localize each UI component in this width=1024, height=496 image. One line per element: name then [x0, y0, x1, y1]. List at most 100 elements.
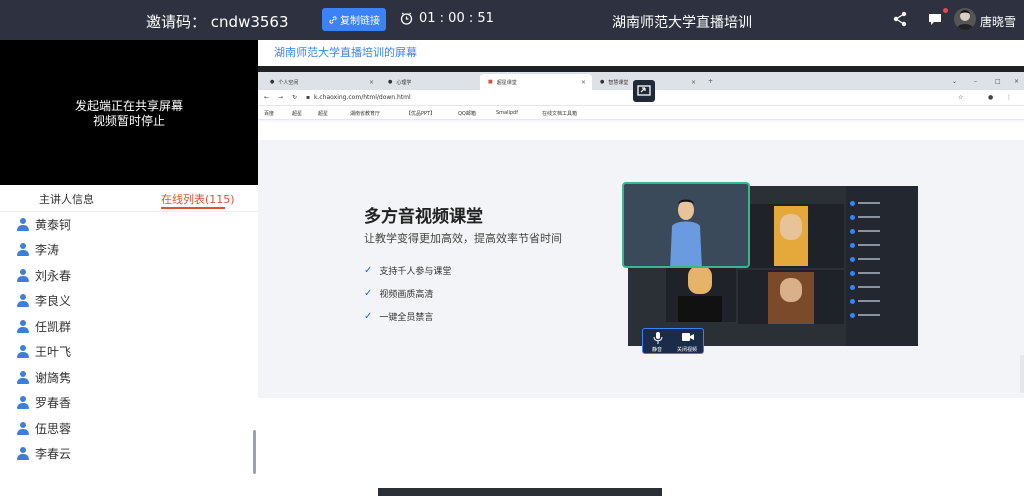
online-count: (115) — [205, 193, 235, 206]
screen-share-icon — [633, 80, 655, 102]
member-name: 伍思蓉 — [35, 421, 72, 436]
notification-dot — [943, 8, 948, 13]
check-icon: ✓ — [364, 288, 373, 299]
chat-icon[interactable] — [927, 11, 943, 27]
list-item[interactable]: 谢旖隽 — [17, 368, 71, 386]
list-item[interactable]: 李涛 — [17, 240, 59, 258]
list-item[interactable]: 伍思蓉 — [17, 419, 71, 437]
globe-icon: ● — [600, 79, 605, 85]
top-bar: 邀请码： cndw3563 复制链接 01 : 00 : 51 湖南师范大学直播… — [0, 0, 1024, 40]
list-item[interactable]: 刘永春 — [17, 266, 71, 284]
close-icon: × — [690, 78, 696, 86]
avatar[interactable] — [954, 8, 976, 30]
clock-icon — [400, 12, 413, 25]
presenter-video: 发起端正在共享屏幕 视频暂时停止 — [0, 40, 258, 185]
minimize-icon: – — [974, 78, 977, 85]
tab-online-list[interactable]: 在线列表(115) — [161, 191, 235, 207]
shared-screen-area: 湖南师范大学直播培训的屏幕 ●个人空间× ●心理学× ■超星课堂× ●智慧课堂×… — [258, 40, 1024, 496]
tab-favicon-icon: ■ — [488, 79, 493, 85]
presenter-figure — [666, 196, 706, 266]
list-item[interactable]: 任凯群 — [17, 317, 71, 335]
member-name: 王叶飞 — [35, 344, 72, 359]
check-icon: ✓ — [364, 265, 373, 276]
user-icon — [17, 242, 29, 256]
lock-icon: ▪ — [306, 94, 311, 101]
user-name: 唐晓雪 — [980, 15, 1017, 29]
hero-title: 多方音视频课堂 — [364, 207, 483, 227]
video-tile — [738, 204, 844, 268]
bookmark: 在线文档工具箱 — [542, 111, 578, 117]
copy-link-button[interactable]: 复制链接 — [322, 8, 386, 31]
side-handle[interactable] — [1020, 355, 1024, 393]
forward-icon: → — [278, 94, 284, 101]
feature-label: 支持千人参与课堂 — [379, 267, 452, 277]
user-icon — [17, 319, 29, 333]
tab-host-info[interactable]: 主讲人信息 — [39, 191, 94, 207]
feature-item: ✓ 支持千人参与课堂 — [364, 264, 451, 277]
secondary-screenshot — [378, 488, 662, 496]
presenter-pip-video — [622, 182, 750, 268]
user-icon — [17, 421, 29, 435]
globe-icon: ● — [270, 79, 275, 85]
conference-controls: 静音 关闭视频 — [642, 328, 704, 354]
timer-value: 01 : 00 : 51 — [419, 11, 494, 26]
profile-icon: ● — [988, 94, 994, 101]
browser-tab-label: 智慧课堂 — [608, 79, 629, 86]
bookmark: QQ邮箱 — [458, 111, 476, 117]
member-name: 罗春香 — [35, 395, 72, 410]
maximize-icon: □ — [995, 78, 1001, 85]
close-window-icon: × — [1014, 78, 1020, 85]
invite-code: 邀请码： cndw3563 — [146, 11, 289, 32]
browser-tab: ■ 超星课堂 × — [480, 74, 592, 90]
conference-participant-panel — [846, 186, 918, 346]
member-name: 李良义 — [35, 293, 72, 308]
stop-video-label: 关闭视频 — [677, 347, 698, 353]
browser-url: k.chaoxing.com/html/down.html — [314, 94, 411, 101]
back-icon: ← — [264, 94, 270, 101]
feature-item: ✓ 一键全员禁言 — [364, 310, 433, 323]
feature-item: ✓ 视频画质高清 — [364, 287, 433, 300]
invite-label: 邀请码： — [146, 13, 207, 31]
camera-icon — [682, 333, 694, 341]
side-tabs: 主讲人信息 在线列表(115) — [0, 185, 258, 212]
list-item[interactable]: 李良义 — [17, 291, 71, 309]
list-item[interactable]: 李春云 — [17, 444, 71, 462]
new-tab-icon: + — [708, 78, 714, 85]
member-name: 刘永春 — [35, 268, 72, 283]
member-name: 李涛 — [35, 242, 60, 257]
microphone-icon — [653, 332, 663, 344]
browser-tab-label: 个人空间 — [278, 79, 299, 86]
close-icon: × — [580, 78, 586, 86]
user-icon — [17, 370, 29, 384]
hero-subtitle: 让教学变得更加高效，提高效率节省时间 — [364, 232, 562, 245]
member-name: 黄泰钶 — [35, 217, 72, 232]
close-icon: × — [368, 78, 374, 86]
user-icon — [17, 293, 29, 307]
user-icon — [17, 217, 29, 231]
bookmark: 百度 — [264, 111, 275, 117]
bookmark: 【优品PPT】 — [406, 111, 436, 117]
shared-browser-window: ●个人空间× ●心理学× ■超星课堂× ●智慧课堂× + ⌄ – □ × ← →… — [258, 66, 1024, 496]
user-icon — [17, 395, 29, 409]
check-icon: ✓ — [364, 311, 373, 322]
bookmark: 湖南省教育厅 — [350, 111, 381, 117]
browser-tab-label: 超星课堂 — [496, 79, 517, 86]
invite-code-value: cndw3563 — [210, 13, 289, 31]
user-icon — [17, 446, 29, 460]
share-icon[interactable] — [892, 11, 908, 27]
list-item[interactable]: 黄泰钶 — [17, 215, 71, 233]
member-list-scrollbar[interactable] — [253, 430, 256, 474]
shared-screen-title: 湖南师范大学直播培训的屏幕 — [274, 46, 417, 59]
member-list: 黄泰钶 李涛 刘永春 李良义 任凯群 王叶飞 谢旖隽 罗春香 伍思蓉 李春云 — [0, 212, 258, 474]
bookmark: 超星 — [318, 111, 329, 117]
member-name: 李春云 — [35, 446, 72, 461]
browser-tab-label: 心理学 — [396, 79, 412, 86]
list-item[interactable]: 王叶飞 — [17, 342, 71, 360]
chevron-down-icon: ⌄ — [952, 78, 958, 85]
bookmark: 超星 — [292, 111, 303, 117]
browser-bookmarks-bar: 百度 超星 超星 湖南省教育厅 【优品PPT】 QQ邮箱 Smallpdf 在线… — [258, 106, 1024, 120]
video-tile — [738, 270, 844, 324]
list-item[interactable]: 罗春香 — [17, 393, 71, 411]
active-tab-indicator — [161, 207, 225, 209]
tab-online-label: 在线列表 — [161, 193, 205, 206]
